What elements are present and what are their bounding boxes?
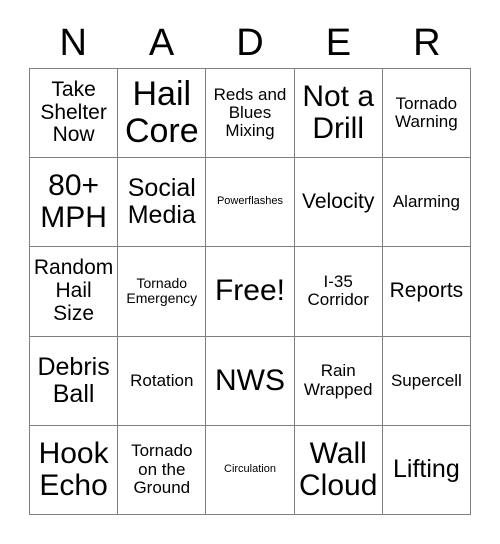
bingo-cell-r4-c3[interactable]: NWS bbox=[206, 336, 295, 426]
bingo-cell-label: Alarming bbox=[392, 192, 460, 212]
bingo-cell-r3-c2[interactable]: Tornado Emergency bbox=[118, 247, 207, 337]
bingo-cell-r3-c5[interactable]: Reports bbox=[382, 247, 471, 337]
bingo-cell-label: Not a Drill bbox=[302, 79, 375, 146]
bingo-cell-r4-c5[interactable]: Supercell bbox=[382, 336, 471, 426]
bingo-cell-r5-c2[interactable]: Tornado on the Ground bbox=[118, 425, 207, 515]
bingo-grid: Take Shelter Now Hail Core Reds and Blues … bbox=[29, 68, 471, 515]
bingo-cell-label: Wall Cloud bbox=[299, 436, 378, 502]
bingo-header-row: N A D E R bbox=[29, 18, 471, 68]
bingo-header-letter-3: E bbox=[325, 22, 352, 64]
bingo-cell-label: Tornado Emergency bbox=[126, 275, 198, 307]
bingo-card: N A D E R Take Shelter Now Hail Core Reds … bbox=[0, 0, 500, 544]
bingo-cell-r2-c1[interactable]: 80+ MPH bbox=[30, 158, 119, 248]
bingo-cell-r2-c4[interactable]: Velocity bbox=[294, 158, 383, 248]
bingo-cell-r1-c3[interactable]: Reds and Blues Mixing bbox=[206, 69, 295, 159]
bingo-cell-label: I-35 Corridor bbox=[307, 272, 369, 310]
bingo-cell-label: Supercell bbox=[390, 370, 462, 390]
bingo-cell-label: Rotation bbox=[130, 370, 194, 390]
bingo-cell-label: Reports bbox=[389, 279, 464, 303]
bingo-cell-label: Social Media bbox=[127, 174, 196, 230]
bingo-cell-label: Lifting bbox=[393, 455, 460, 484]
bingo-cell-r5-c5[interactable]: Lifting bbox=[382, 425, 471, 515]
bingo-cell-r1-c4[interactable]: Not a Drill bbox=[294, 69, 383, 159]
bingo-header-letter-1: A bbox=[148, 22, 175, 64]
bingo-cell-r5-c3[interactable]: Circulation bbox=[206, 425, 295, 515]
bingo-cell-label: Reds and Blues Mixing bbox=[213, 84, 287, 141]
bingo-header-letter-4: R bbox=[413, 22, 441, 64]
bingo-header-letter-2: D bbox=[236, 22, 264, 64]
bingo-cell-label: Tornado on the Ground bbox=[131, 441, 193, 498]
bingo-cell-label: Random Hail Size bbox=[33, 256, 114, 325]
bingo-cell-label: Tornado Warning bbox=[395, 93, 458, 132]
bingo-header-letter-0: N bbox=[59, 22, 87, 64]
bingo-cell-r2-c3[interactable]: Powerflashes bbox=[206, 158, 295, 248]
bingo-cell-label: Velocity bbox=[302, 189, 375, 213]
bingo-cell-r3-c4[interactable]: I-35 Corridor bbox=[294, 247, 383, 337]
bingo-cell-r2-c2[interactable]: Social Media bbox=[118, 158, 207, 248]
bingo-cell-label: 80+ MPH bbox=[40, 168, 107, 235]
bingo-cell-r4-c2[interactable]: Rotation bbox=[118, 336, 207, 426]
bingo-cell-label: NWS bbox=[214, 363, 285, 397]
bingo-cell-r3-c1[interactable]: Random Hail Size bbox=[30, 247, 119, 337]
bingo-cell-r4-c1[interactable]: Debris Ball bbox=[30, 336, 119, 426]
bingo-cell-r3-c3[interactable]: Free! bbox=[206, 247, 295, 337]
bingo-cell-r1-c1[interactable]: Take Shelter Now bbox=[30, 69, 119, 159]
bingo-cell-label: Debris Ball bbox=[37, 352, 110, 408]
bingo-cell-r5-c4[interactable]: Wall Cloud bbox=[294, 425, 383, 515]
bingo-cell-label: Powerflashes bbox=[216, 195, 284, 208]
bingo-cell-label: Free! bbox=[214, 274, 285, 308]
bingo-cell-r1-c2[interactable]: Hail Core bbox=[118, 69, 207, 159]
bingo-cell-label: Take Shelter Now bbox=[40, 78, 107, 147]
bingo-cell-label: Hook Echo bbox=[38, 436, 109, 502]
bingo-cell-r4-c4[interactable]: Rain Wrapped bbox=[294, 336, 383, 426]
bingo-cell-r2-c5[interactable]: Alarming bbox=[382, 158, 471, 248]
bingo-cell-label: Circulation bbox=[224, 462, 276, 475]
bingo-cell-label: Rain Wrapped bbox=[303, 361, 373, 399]
bingo-cell-label: Hail Core bbox=[124, 75, 199, 151]
bingo-cell-r5-c1[interactable]: Hook Echo bbox=[30, 425, 119, 515]
bingo-cell-r1-c5[interactable]: Tornado Warning bbox=[382, 69, 471, 159]
